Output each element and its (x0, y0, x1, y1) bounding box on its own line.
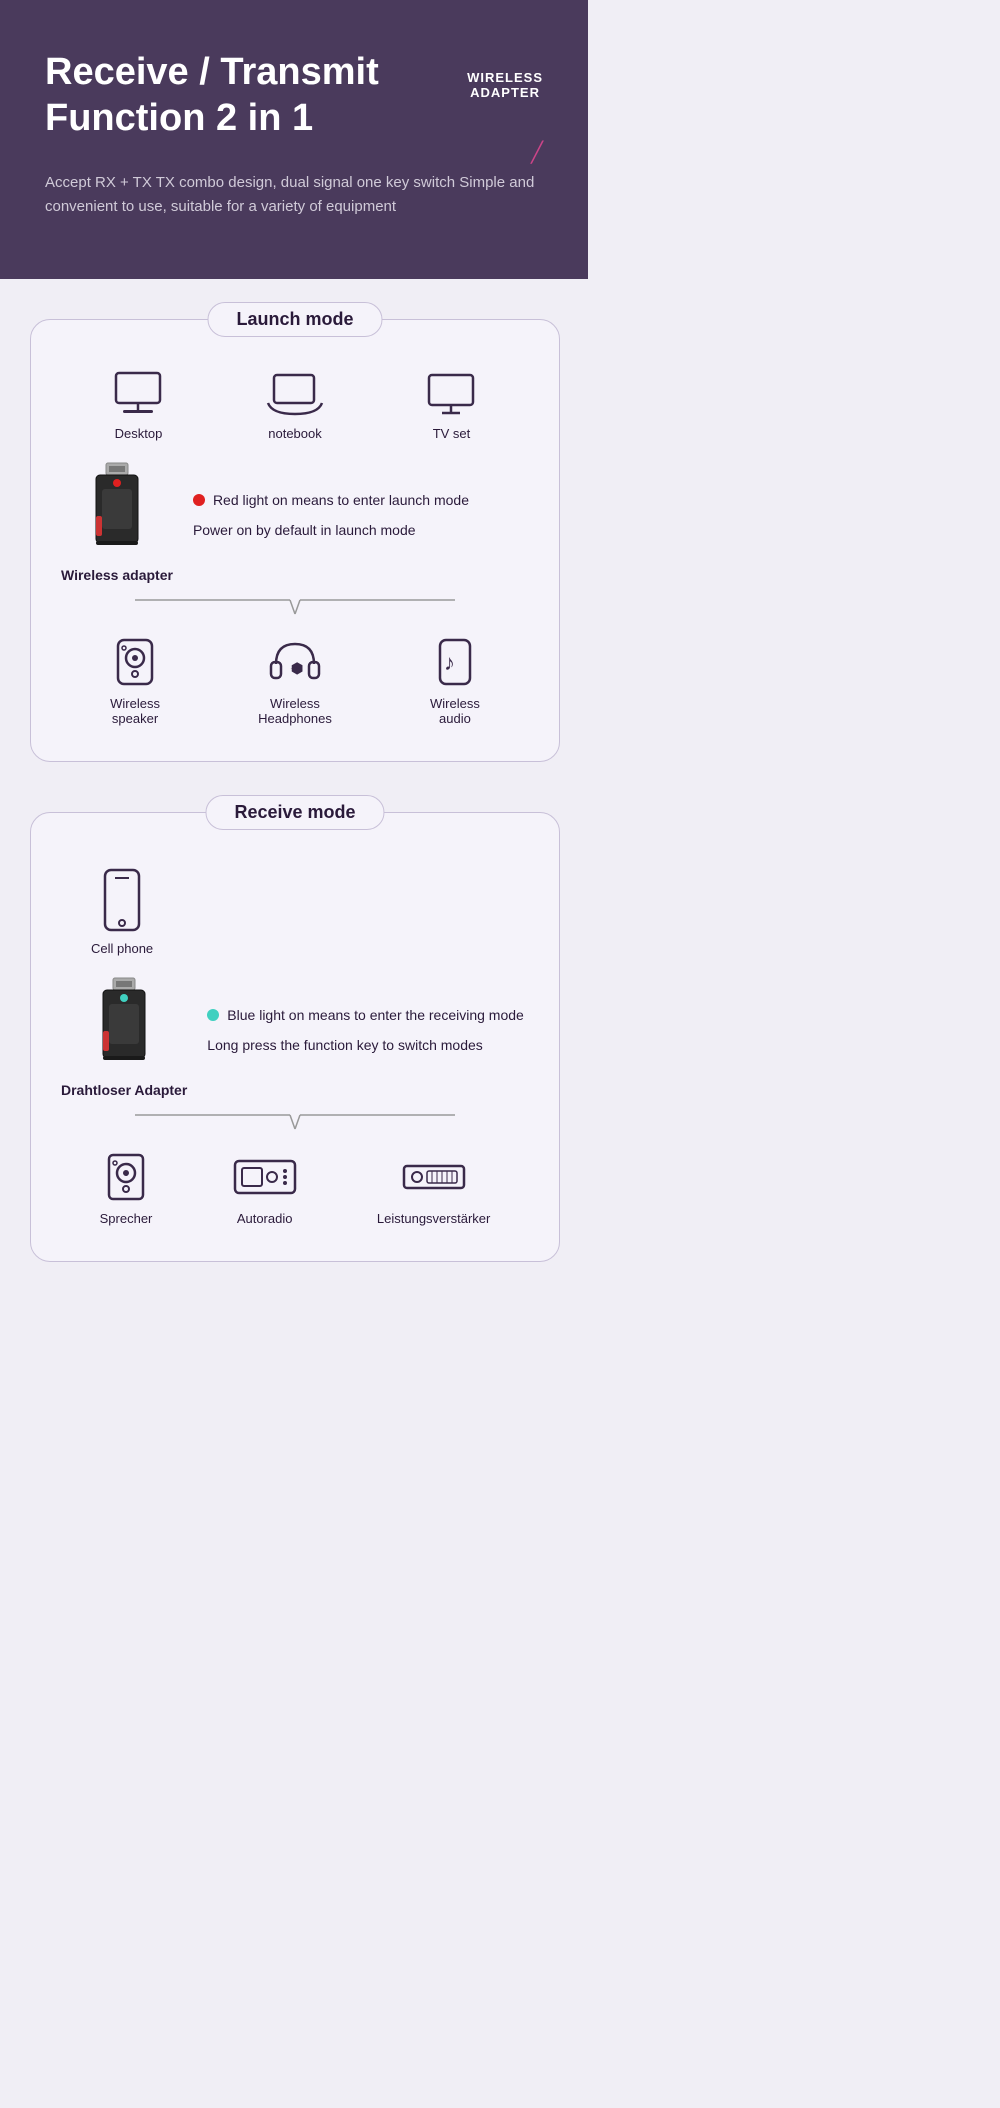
device-desktop: Desktop (111, 370, 166, 441)
header-section: Receive / Transmit Function 2 in 1 WIREL… (0, 0, 588, 279)
receive-mode-card: Receive mode Cell phone (30, 812, 560, 1262)
decorative-icon: ╱ (531, 140, 543, 165)
device-tvset: TV set (424, 370, 479, 441)
launch-top-devices: Desktop notebook TV set (61, 370, 529, 441)
receive-adapter-section: Drahtloser Adapter Blue light on means t… (61, 976, 529, 1098)
device-autoradio: Autoradio (230, 1151, 300, 1226)
launch-info-1: Red light on means to enter launch mode (193, 491, 529, 511)
notebook-label: notebook (268, 426, 322, 441)
blue-dot (207, 1009, 219, 1021)
main-content: Launch mode Desktop notebook (0, 279, 1000, 1302)
receive-info-2: Long press the function key to switch mo… (207, 1036, 529, 1056)
leistungsverstaerker-label: Leistungsverstärker (377, 1211, 490, 1226)
tvset-label: TV set (433, 426, 471, 441)
wireless-speaker-label: Wireless speaker (110, 696, 160, 726)
launch-mode-card: Launch mode Desktop notebook (30, 319, 560, 762)
wireless-headphones-label: Wireless Headphones (258, 696, 332, 726)
cell-phone-label: Cell phone (91, 941, 153, 956)
launch-bottom-devices: Wireless speaker ⬢ ✦ Wireless Headphones (61, 636, 529, 726)
receive-adapter-image: Drahtloser Adapter (61, 976, 187, 1098)
header-badge: WIRELESS ADAPTER (467, 70, 543, 100)
receive-mode-label: Receive mode (205, 795, 384, 830)
receive-info-1: Blue light on means to enter the receivi… (207, 1006, 529, 1026)
receive-adapter-label: Drahtloser Adapter (61, 1082, 187, 1098)
launch-info-2: Power on by default in launch mode (193, 521, 529, 541)
launch-divider (61, 598, 529, 616)
launch-mode-label: Launch mode (207, 302, 382, 337)
svg-text:♪: ♪ (444, 650, 455, 675)
launch-adapter-section: Wireless adapter Red light on means to e… (61, 461, 529, 583)
header-description: Accept RX + TX TX combo design, dual sig… (45, 171, 543, 219)
desktop-label: Desktop (115, 426, 163, 441)
launch-adapter-info: Red light on means to enter launch mode … (193, 461, 529, 540)
receive-bottom-devices: Sprecher Autoradio (61, 1151, 529, 1226)
device-notebook: notebook (266, 370, 324, 441)
device-sprecher: Sprecher (100, 1151, 153, 1226)
device-wireless-audio: ♪ Wireless audio (430, 636, 480, 726)
receive-adapter-info: Blue light on means to enter the receivi… (207, 976, 529, 1055)
launch-adapter-image: Wireless adapter (61, 461, 173, 583)
sprecher-label: Sprecher (100, 1211, 153, 1226)
receive-top-device: Cell phone (61, 868, 529, 956)
device-wireless-speaker: Wireless speaker (110, 636, 160, 726)
launch-adapter-label: Wireless adapter (61, 567, 173, 583)
autoradio-label: Autoradio (237, 1211, 293, 1226)
wireless-audio-label: Wireless audio (430, 696, 480, 726)
receive-divider (61, 1113, 529, 1131)
red-dot (193, 494, 205, 506)
device-wireless-headphones: ⬢ ✦ Wireless Headphones (258, 636, 332, 726)
svg-text:✦: ✦ (290, 662, 300, 676)
device-cell-phone: Cell phone (91, 868, 153, 956)
device-leistungsverstaerker: Leistungsverstärker (377, 1151, 490, 1226)
